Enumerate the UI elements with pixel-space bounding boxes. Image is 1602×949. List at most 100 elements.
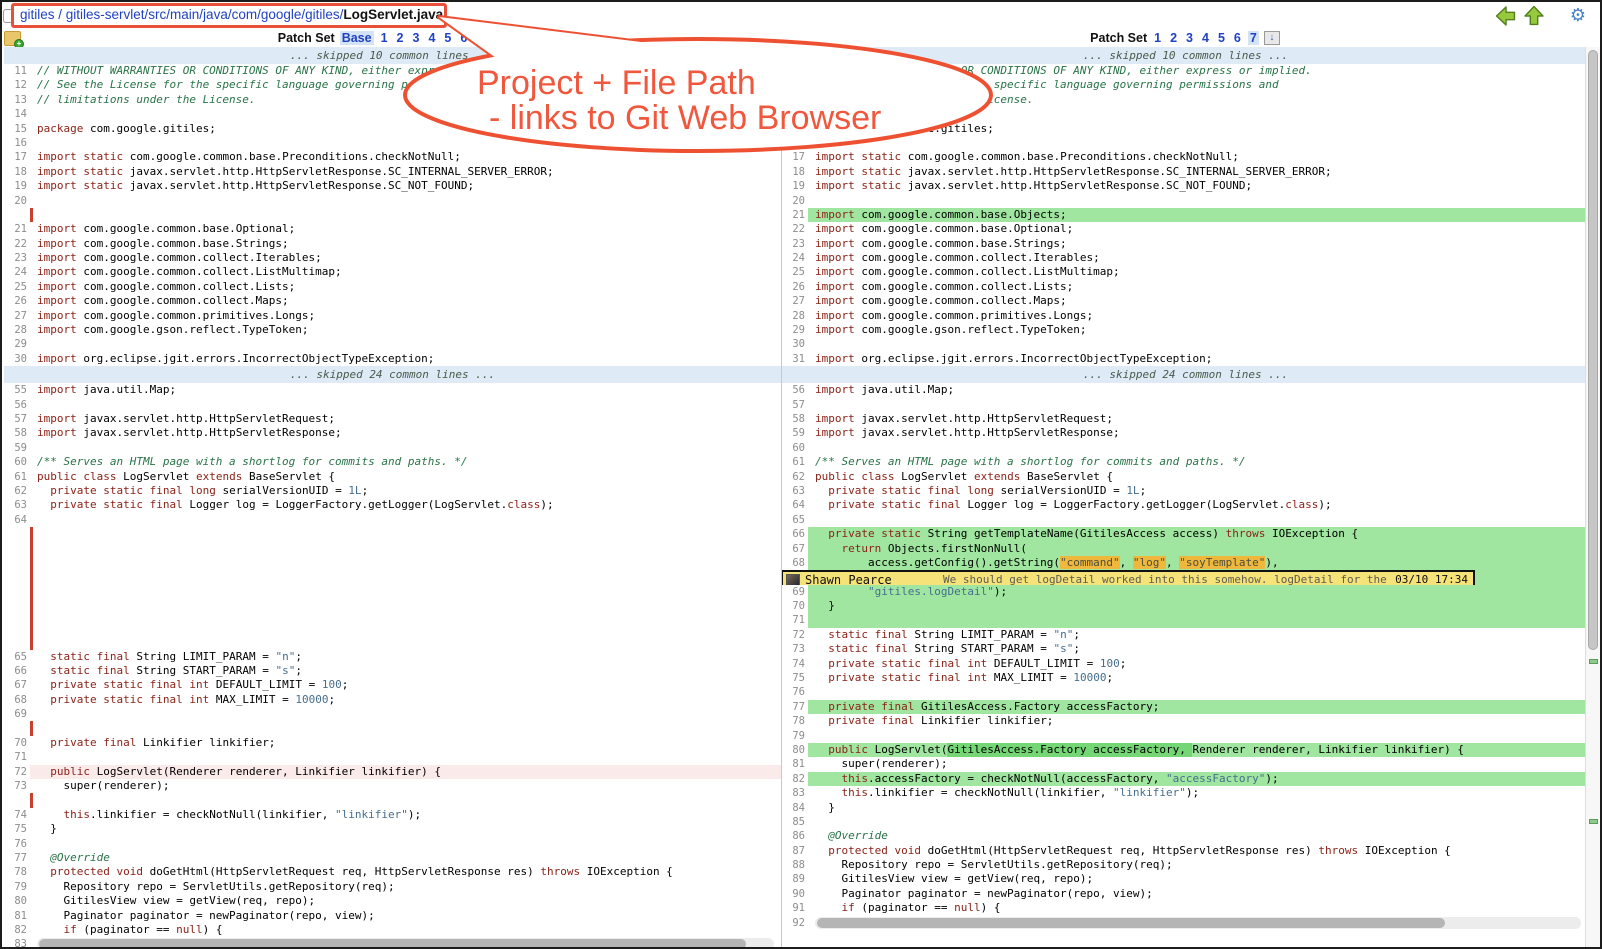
previous-file-arrow-icon[interactable] (1495, 6, 1516, 26)
line-number[interactable]: 18 (782, 165, 808, 179)
line-number[interactable]: 65 (782, 513, 808, 527)
line-number[interactable]: 29 (4, 337, 30, 351)
line-number[interactable]: 28 (4, 323, 30, 337)
line-number[interactable]: 68 (4, 693, 30, 707)
patchset-6[interactable]: 6 (1232, 31, 1243, 45)
comment-row[interactable]: Shawn Pearce We should get logDetail wor… (783, 572, 1473, 584)
line-number[interactable]: 23 (782, 237, 808, 251)
line-number[interactable]: 92 (782, 916, 808, 930)
line-number[interactable]: 21 (4, 222, 30, 236)
line-number[interactable]: 20 (782, 194, 808, 208)
line-number[interactable]: 23 (4, 251, 30, 265)
comment-marker[interactable] (1589, 819, 1598, 824)
line-number[interactable]: 87 (782, 844, 808, 858)
line-number[interactable]: 58 (782, 412, 808, 426)
line-number[interactable]: 29 (782, 323, 808, 337)
line-number[interactable]: 28 (782, 309, 808, 323)
line-number[interactable]: 24 (4, 265, 30, 279)
up-to-change-arrow-icon[interactable] (1524, 5, 1544, 26)
line-number[interactable]: 73 (782, 642, 808, 656)
line-number[interactable]: 20 (4, 194, 30, 208)
line-number[interactable]: 30 (4, 352, 30, 366)
line-number[interactable]: 77 (782, 700, 808, 714)
line-number[interactable]: 64 (782, 498, 808, 512)
line-number[interactable]: 62 (4, 484, 30, 498)
line-number[interactable]: 83 (782, 786, 808, 800)
line-number[interactable]: 59 (782, 426, 808, 440)
line-number[interactable]: 55 (4, 383, 30, 397)
patchset-1[interactable]: 1 (1152, 31, 1163, 45)
line-number[interactable]: 12 (4, 78, 30, 92)
line-number[interactable]: 68 (782, 556, 808, 570)
line-number[interactable]: 17 (4, 150, 30, 164)
download-icon[interactable]: ↓ (490, 31, 506, 45)
line-number[interactable]: 57 (4, 412, 30, 426)
patchset-6[interactable]: 6 (458, 31, 469, 45)
line-number[interactable]: 58 (4, 426, 30, 440)
line-number[interactable]: 65 (4, 650, 30, 664)
patchset-4[interactable]: 4 (426, 31, 437, 45)
line-number[interactable]: 14 (4, 107, 30, 121)
line-number[interactable]: 73 (4, 779, 30, 793)
horizontal-scrollbar[interactable] (815, 917, 1581, 929)
line-number[interactable]: 82 (4, 923, 30, 937)
line-number[interactable]: 88 (782, 858, 808, 872)
line-number[interactable]: 13 (4, 93, 30, 107)
line-number[interactable]: 74 (4, 808, 30, 822)
line-number[interactable]: 12 (782, 78, 808, 92)
file-path-link[interactable]: gitiles-servlet/src/main/java/com/google… (66, 7, 344, 22)
skipped-lines-banner[interactable]: ... skipped 10 common lines ... (4, 47, 781, 64)
line-number[interactable]: 15 (782, 122, 808, 136)
line-number[interactable]: 60 (782, 441, 808, 455)
line-number[interactable]: 25 (782, 265, 808, 279)
line-number[interactable]: 25 (4, 280, 30, 294)
horizontal-scrollbar-thumb[interactable] (817, 918, 1445, 928)
line-number[interactable]: 16 (4, 136, 30, 150)
line-number[interactable]: 59 (4, 441, 30, 455)
line-number[interactable]: 70 (4, 736, 30, 750)
line-number[interactable]: 61 (782, 455, 808, 469)
line-number[interactable]: 76 (782, 685, 808, 699)
line-number[interactable]: 89 (782, 872, 808, 886)
download-icon[interactable]: ↓ (1264, 31, 1280, 45)
patchset-1[interactable]: 1 (379, 31, 390, 45)
line-number[interactable]: 63 (782, 484, 808, 498)
patchset-7[interactable]: 7 (474, 31, 485, 45)
settings-gear-icon[interactable]: ⚙ (1570, 5, 1586, 26)
patchset-5[interactable]: 5 (442, 31, 453, 45)
line-number[interactable]: 79 (4, 880, 30, 894)
line-number[interactable]: 27 (4, 309, 30, 323)
line-number[interactable]: 26 (4, 294, 30, 308)
line-number[interactable]: 72 (782, 628, 808, 642)
line-number[interactable]: 75 (782, 671, 808, 685)
patchset-4[interactable]: 4 (1200, 31, 1211, 45)
patchset-7[interactable]: 7 (1248, 31, 1259, 45)
line-number[interactable]: 91 (782, 901, 808, 915)
line-number[interactable]: 60 (4, 455, 30, 469)
line-number[interactable]: 15 (4, 122, 30, 136)
line-number[interactable]: 18 (4, 165, 30, 179)
line-number[interactable]: 69 (782, 585, 808, 599)
line-number[interactable]: 80 (782, 743, 808, 757)
reviewed-checkbox[interactable] (3, 9, 14, 23)
line-number[interactable]: 81 (782, 757, 808, 771)
line-number[interactable]: 77 (4, 851, 30, 865)
line-number[interactable]: 66 (782, 527, 808, 541)
line-number[interactable]: 79 (782, 729, 808, 743)
line-number[interactable]: 74 (782, 657, 808, 671)
line-number[interactable]: 83 (4, 937, 30, 947)
vertical-scrollbar-thumb[interactable] (1588, 50, 1598, 650)
patchset-base[interactable]: Base (340, 31, 374, 45)
line-number[interactable]: 17 (782, 150, 808, 164)
line-number[interactable]: 72 (4, 765, 30, 779)
line-number[interactable]: 70 (782, 599, 808, 613)
line-number[interactable]: 67 (4, 678, 30, 692)
line-number[interactable]: 56 (782, 383, 808, 397)
line-number[interactable]: 57 (782, 398, 808, 412)
line-number[interactable]: 80 (4, 894, 30, 908)
line-number[interactable]: 22 (4, 237, 30, 251)
line-number[interactable]: 82 (782, 772, 808, 786)
line-number[interactable]: 61 (4, 470, 30, 484)
patchset-3[interactable]: 3 (411, 31, 422, 45)
line-number[interactable]: 26 (782, 280, 808, 294)
